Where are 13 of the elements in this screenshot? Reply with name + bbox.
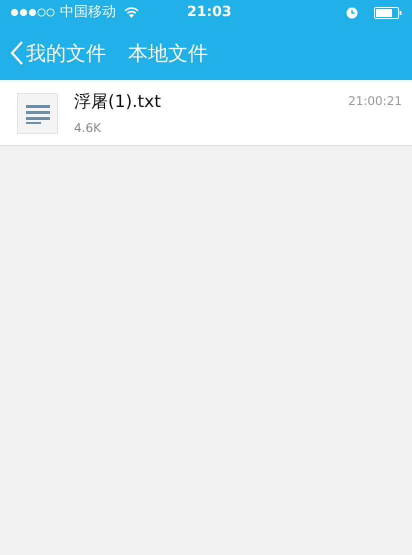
signal-icon: [10, 8, 56, 17]
wifi-icon: [124, 7, 139, 18]
page-title: 本地文件: [128, 40, 208, 66]
clock-time: 21:03: [187, 3, 232, 22]
alarm-icon: [346, 6, 358, 18]
file-time: 21:00:21: [348, 93, 402, 110]
document-icon: [17, 93, 58, 134]
file-row[interactable]: 浮屠(1).txt 4.6K 21:00:21: [0, 82, 412, 146]
file-size: 4.6K: [74, 120, 102, 138]
battery-icon: [374, 6, 402, 18]
back-icon: [10, 40, 24, 66]
carrier-name: 中国移动: [60, 3, 116, 22]
file-name: 浮屠(1).txt: [74, 90, 161, 114]
